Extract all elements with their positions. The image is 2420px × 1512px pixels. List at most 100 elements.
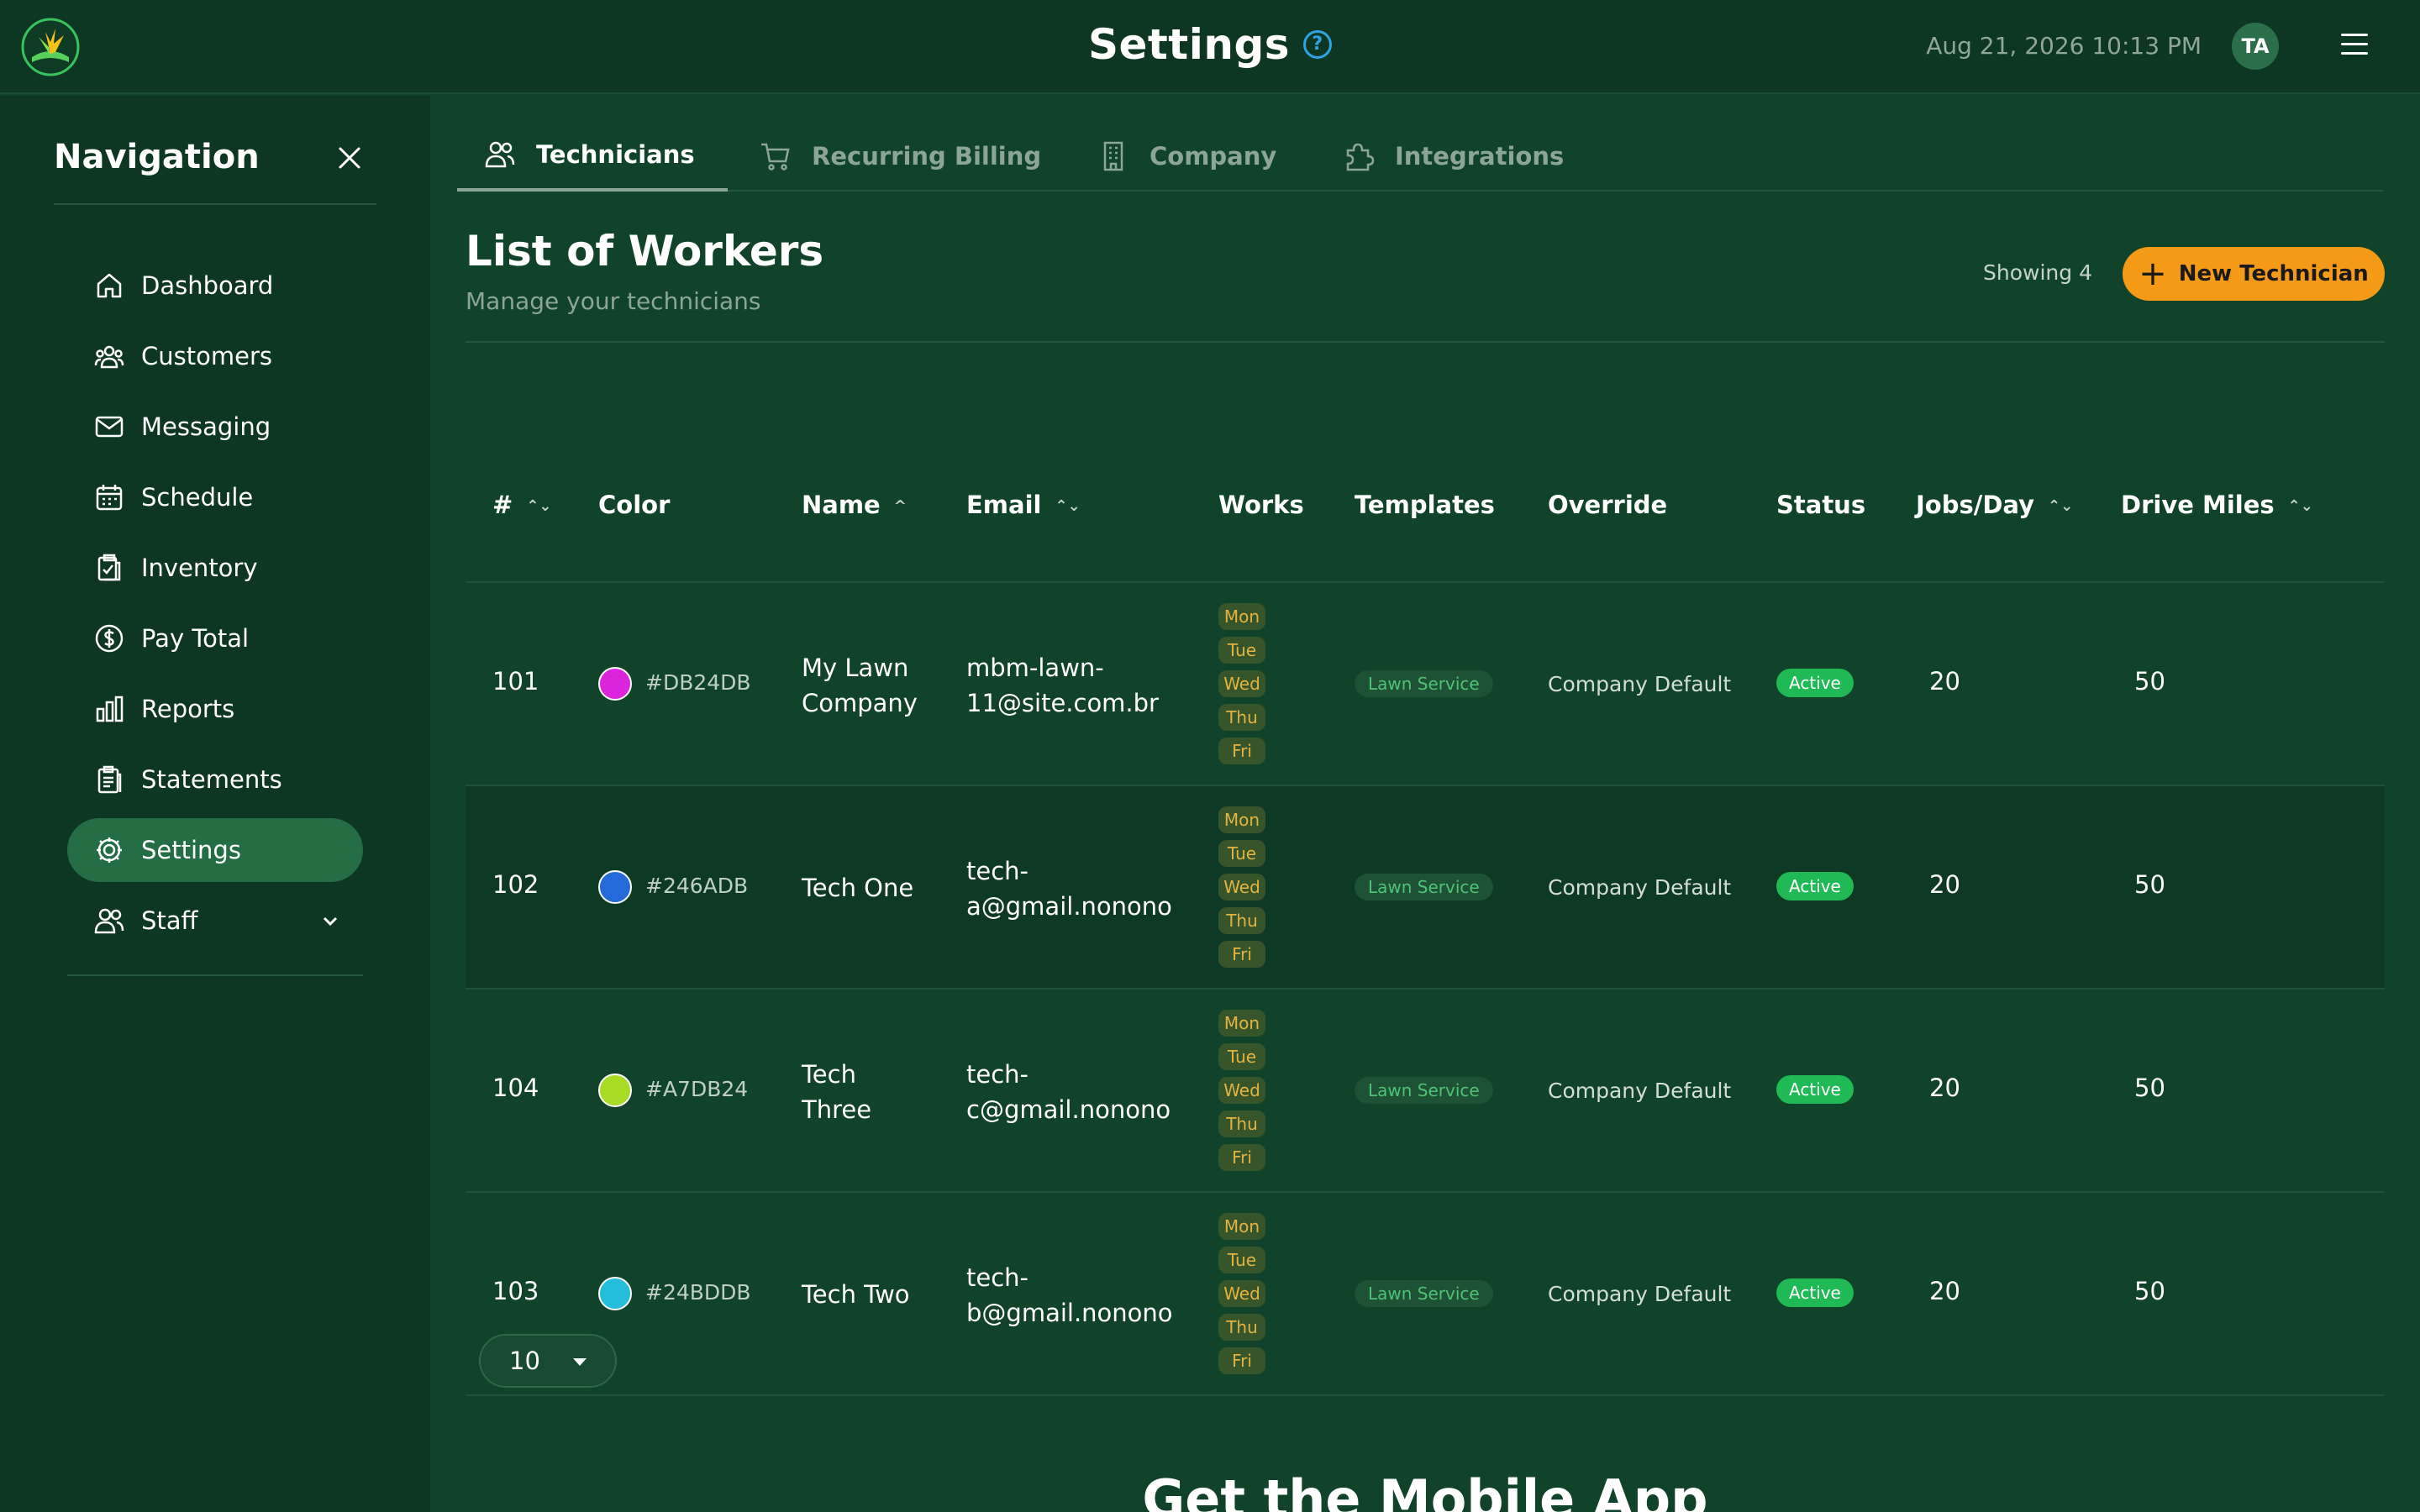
sort-icon[interactable]: ⌃⌄ bbox=[2048, 497, 2073, 515]
new-technician-button[interactable]: + New Technician bbox=[2123, 247, 2385, 301]
row-id: 102 bbox=[492, 870, 539, 899]
main-content: Technicians Recurring Billing Company In… bbox=[430, 96, 2420, 1512]
color-swatch bbox=[598, 1277, 632, 1310]
drive-miles: 50 bbox=[2134, 667, 2165, 696]
sort-icon[interactable]: ⌃⌄ bbox=[526, 497, 551, 515]
sidebar-item-label: Staff bbox=[141, 906, 198, 935]
day-badge: Fri bbox=[1218, 1347, 1265, 1374]
work-days: Mon Tue Wed Thu Fri bbox=[1218, 1213, 1265, 1381]
column-header-email[interactable]: Email ⌃⌄ bbox=[966, 491, 1081, 519]
override-value: Company Default bbox=[1548, 1282, 1732, 1306]
column-header-id[interactable]: # ⌃⌄ bbox=[492, 491, 551, 519]
home-icon bbox=[97, 273, 122, 298]
column-label: # bbox=[492, 491, 513, 519]
sidebar-item-pay-total[interactable]: Pay Total bbox=[67, 606, 363, 670]
help-icon[interactable]: ? bbox=[1303, 29, 1332, 59]
email-line: tech- bbox=[966, 857, 1029, 885]
sidebar-item-schedule[interactable]: Schedule bbox=[67, 465, 363, 529]
sidebar-item-label: Schedule bbox=[141, 483, 254, 512]
override-value: Company Default bbox=[1548, 1079, 1732, 1103]
day-badge: Mon bbox=[1218, 1213, 1265, 1240]
row-name[interactable]: Tech Two bbox=[802, 1277, 910, 1312]
column-header-jobs-per-day[interactable]: Jobs/Day ⌃⌄ bbox=[1916, 491, 2073, 519]
row-email: mbm-lawn- 11@site.com.br bbox=[966, 650, 1159, 721]
sort-icon[interactable]: ⌃⌄ bbox=[2288, 497, 2313, 515]
column-label: Color bbox=[598, 491, 671, 519]
sidebar-item-label: Customers bbox=[141, 342, 272, 370]
table-row[interactable]: 104 #A7DB24 Tech Three tech-c@gmail.nonon… bbox=[466, 990, 2385, 1193]
row-name[interactable]: Tech Three bbox=[802, 1057, 871, 1127]
rows-per-page-select[interactable]: 10 bbox=[479, 1334, 617, 1388]
tab-label: Technicians bbox=[536, 140, 695, 169]
column-header-drive-miles[interactable]: Drive Miles ⌃⌄ bbox=[2121, 491, 2313, 519]
tab-recurring-billing[interactable]: Recurring Billing bbox=[760, 121, 1041, 192]
color-hex: #A7DB24 bbox=[645, 1077, 749, 1101]
table-row[interactable]: 103 #24BDDB Tech Two tech-b@gmail.nonono… bbox=[466, 1193, 2385, 1396]
jobs-per-day: 20 bbox=[1929, 667, 1960, 696]
gear-icon bbox=[97, 837, 122, 863]
day-badge: Fri bbox=[1218, 738, 1265, 764]
list-subtitle: Manage your technicians bbox=[466, 287, 761, 315]
jobs-per-day: 20 bbox=[1929, 1074, 1960, 1102]
sidebar-item-statements[interactable]: Statements bbox=[67, 748, 363, 811]
table-row[interactable]: 101 #DB24DB My Lawn Company mbm-lawn- 11@s… bbox=[466, 583, 2385, 786]
day-badge: Wed bbox=[1218, 670, 1265, 697]
sidebar-item-inventory[interactable]: Inventory bbox=[67, 536, 363, 600]
calendar-icon bbox=[96, 485, 123, 511]
email-line: c@gmail.nonono bbox=[966, 1095, 1171, 1124]
sort-asc-icon[interactable]: ^ bbox=[894, 497, 907, 515]
sidebar: Navigation Dashboard Customers Messaging… bbox=[0, 96, 430, 1512]
tab-label: Company bbox=[1150, 142, 1277, 171]
sidebar-item-label: Inventory bbox=[141, 554, 258, 582]
day-badge: Fri bbox=[1218, 1144, 1265, 1171]
day-badge: Fri bbox=[1218, 941, 1265, 968]
work-days: Mon Tue Wed Thu Fri bbox=[1218, 806, 1265, 974]
day-badge: Thu bbox=[1218, 704, 1265, 731]
sidebar-item-settings[interactable]: Settings bbox=[67, 818, 363, 882]
close-icon[interactable] bbox=[336, 144, 363, 171]
column-header-name[interactable]: Name ^ bbox=[802, 491, 907, 519]
column-label: Override bbox=[1548, 491, 1668, 519]
row-id: 101 bbox=[492, 667, 539, 696]
sidebar-item-messaging[interactable]: Messaging bbox=[67, 395, 363, 459]
row-name[interactable]: Tech One bbox=[802, 870, 913, 906]
table-row[interactable]: 102 #246ADB Tech One tech-a@gmail.nonono… bbox=[466, 786, 2385, 990]
override-value: Company Default bbox=[1548, 875, 1732, 900]
tab-technicians[interactable]: Technicians bbox=[457, 121, 728, 192]
template-badge: Lawn Service bbox=[1355, 874, 1493, 900]
template-badge: Lawn Service bbox=[1355, 1077, 1493, 1104]
chevron-down-icon[interactable] bbox=[321, 911, 339, 930]
caret-down-icon bbox=[573, 1358, 587, 1366]
day-badge: Mon bbox=[1218, 1010, 1265, 1037]
new-technician-label: New Technician bbox=[2178, 261, 2369, 286]
day-badge: Thu bbox=[1218, 907, 1265, 934]
tab-label: Integrations bbox=[1395, 142, 1565, 171]
sort-icon[interactable]: ⌃⌄ bbox=[1055, 497, 1080, 515]
menu-icon[interactable] bbox=[2341, 34, 2368, 59]
row-id: 103 bbox=[492, 1277, 539, 1305]
row-name[interactable]: My Lawn Company bbox=[802, 650, 918, 721]
column-label: Templates bbox=[1355, 491, 1495, 519]
name-line: Company bbox=[802, 689, 918, 717]
day-badge: Tue bbox=[1218, 637, 1265, 664]
tab-company[interactable]: Company bbox=[1097, 121, 1276, 192]
table-header: # ⌃⌄ Color Name ^ Email ⌃⌄ Works Templates … bbox=[466, 457, 2385, 549]
email-line: 11@site.com.br bbox=[966, 689, 1159, 717]
mobile-app-heading: Get the Mobile App bbox=[1142, 1468, 1708, 1512]
color-hex: #24BDDB bbox=[645, 1280, 751, 1305]
avatar[interactable]: TA bbox=[2232, 23, 2279, 70]
bar-chart-icon bbox=[96, 696, 124, 722]
sidebar-item-customers[interactable]: Customers bbox=[67, 324, 363, 388]
puzzle-icon bbox=[1346, 143, 1375, 171]
drive-miles: 50 bbox=[2134, 1074, 2165, 1102]
section-divider bbox=[466, 341, 2385, 343]
status-badge: Active bbox=[1776, 1278, 1854, 1307]
tab-integrations[interactable]: Integrations bbox=[1343, 121, 1564, 192]
showing-count: Showing 4 bbox=[1983, 260, 2092, 285]
sidebar-item-dashboard[interactable]: Dashboard bbox=[67, 254, 363, 318]
sidebar-item-staff[interactable]: Staff bbox=[67, 889, 363, 953]
column-label: Works bbox=[1218, 491, 1304, 519]
column-label: Status bbox=[1776, 491, 1866, 519]
sidebar-item-reports[interactable]: Reports bbox=[67, 677, 363, 741]
day-badge: Mon bbox=[1218, 806, 1265, 833]
